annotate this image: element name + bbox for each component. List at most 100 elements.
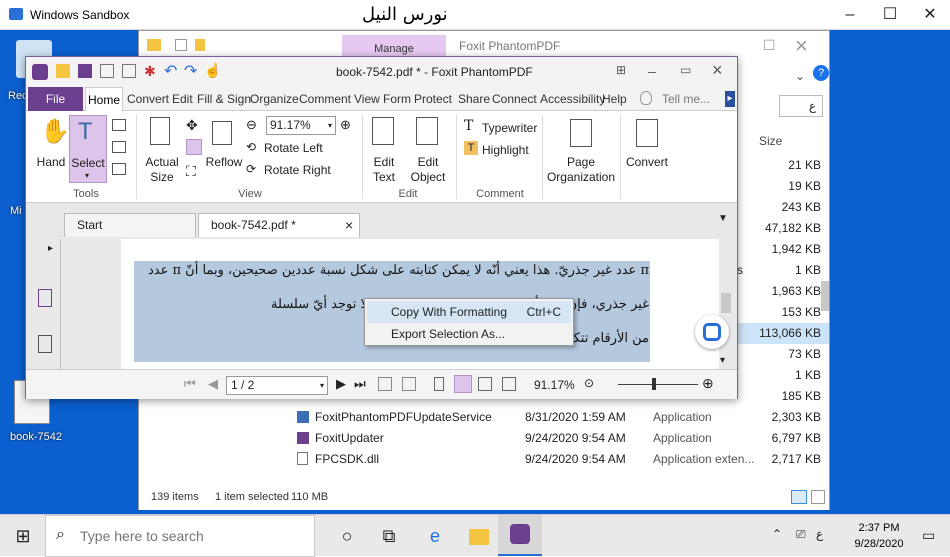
continuous-facing-icon[interactable]	[502, 377, 516, 391]
edit-text-button[interactable]: Edit Text	[366, 155, 402, 185]
start-button[interactable]: ⊞	[6, 521, 40, 551]
menu-item-export-selection[interactable]: Export Selection As...	[367, 323, 571, 345]
search-input[interactable]	[80, 528, 300, 544]
details-view-icon[interactable]	[791, 490, 807, 504]
tab-comment[interactable]: Comment	[299, 87, 351, 111]
ribbon-scroll-right-icon[interactable]: ▸	[725, 91, 735, 107]
layout-icon[interactable]: ⊞	[616, 63, 626, 77]
help-icon[interactable]: ?	[813, 65, 829, 81]
tab-list-icon[interactable]: ▼	[718, 213, 728, 224]
language-indicator[interactable]: ع	[816, 527, 823, 541]
notifications-icon[interactable]: ▭	[922, 527, 935, 544]
edge-icon[interactable]: e	[418, 521, 452, 551]
close-tab-icon[interactable]: ×	[345, 214, 353, 236]
taskbar-clock[interactable]: 2:37 PM 9/28/2020	[848, 520, 910, 552]
fit-visible-icon[interactable]: ⛶	[186, 163, 196, 180]
file-row[interactable]: FoxitPhantomPDFUpdateService 8/31/2020 1…	[297, 407, 829, 428]
hand-tool-icon[interactable]: ☝	[204, 62, 221, 79]
tab-document[interactable]: book-7542.pdf * ×	[198, 213, 360, 237]
panel-expand-icon[interactable]: ▸	[48, 243, 53, 254]
expand-ribbon-icon[interactable]: ⌄	[795, 69, 805, 83]
document-scrollbar[interactable]	[721, 293, 731, 313]
network-icon[interactable]: ⎚	[796, 527, 806, 542]
taskbar-search[interactable]: ⌕	[45, 515, 315, 557]
rotate-right-button[interactable]: Rotate Right	[264, 163, 331, 178]
tab-convert[interactable]: Convert	[127, 87, 169, 111]
edit-object-button[interactable]: Edit Object	[406, 155, 450, 185]
link-icon[interactable]	[112, 163, 126, 175]
foxit-taskbar-button[interactable]	[498, 515, 542, 556]
rotate-left-button[interactable]: Rotate Left	[264, 141, 323, 156]
minimize-button[interactable]: –	[830, 4, 870, 26]
bookmark-panel-icon[interactable]	[38, 289, 52, 307]
tab-accessibility[interactable]: Accessibility	[540, 87, 605, 111]
print-icon[interactable]	[100, 64, 114, 78]
explorer-scrollbar[interactable]	[821, 281, 829, 311]
maximize-button[interactable]: ☐	[870, 4, 910, 26]
foxit-close-button[interactable]: ×	[712, 60, 723, 81]
tab-help[interactable]: Help	[602, 87, 627, 111]
next-view-icon[interactable]	[402, 377, 416, 391]
properties-icon[interactable]	[175, 39, 187, 51]
tab-protect[interactable]: Protect	[414, 87, 452, 111]
redo-icon[interactable]: ↷	[184, 61, 197, 81]
clipboard-icon[interactable]	[112, 141, 126, 153]
single-page-icon[interactable]	[434, 377, 444, 391]
page-organization-button[interactable]: Page Organization	[546, 155, 616, 185]
last-page-icon[interactable]: ⏭	[354, 376, 366, 392]
typewriter-button[interactable]: Typewriter	[482, 121, 537, 136]
zoom-dropdown-icon[interactable]: ⊙	[584, 376, 594, 390]
zoom-in-icon[interactable]: ⊕	[702, 375, 714, 392]
file-row[interactable]: FPCSDK.dll 9/24/2020 9:54 AM Application…	[297, 449, 829, 470]
assistant-button[interactable]	[695, 315, 729, 349]
foxit-restore-button[interactable]: ▭	[680, 63, 691, 77]
tab-fill-sign[interactable]: Fill & Sign	[197, 87, 251, 111]
zoom-select[interactable]: 91.17% ▾	[266, 116, 336, 135]
tab-form[interactable]: Form	[383, 87, 411, 111]
explorer-search-input[interactable]: ع	[779, 95, 823, 117]
save-icon[interactable]	[78, 64, 92, 78]
zoom-level-text[interactable]: 91.17%	[534, 378, 575, 392]
tray-chevron-icon[interactable]: ⌃	[772, 527, 782, 541]
foxit-minimize-button[interactable]: –	[648, 63, 656, 79]
page-text-line[interactable]: π عدد غير جذريّ. هذا يعني أنّه لا يمكن ك…	[148, 263, 649, 278]
task-view-icon[interactable]: ⧉	[372, 521, 406, 551]
next-page-icon[interactable]: ▶	[336, 376, 346, 392]
page-number-input[interactable]: 1 / 2 ▾	[226, 376, 328, 395]
sparkle-icon[interactable]: ✱	[144, 63, 156, 80]
select-button[interactable]: T Select ▾	[69, 115, 107, 183]
tab-connect[interactable]: Connect	[492, 87, 537, 111]
reflow-button[interactable]: Reflow	[204, 155, 244, 170]
hand-button[interactable]: Hand	[34, 155, 68, 170]
fit-width-icon[interactable]	[186, 139, 202, 155]
continuous-page-icon[interactable]	[454, 375, 472, 393]
new-folder-icon[interactable]	[195, 39, 205, 51]
tab-home[interactable]: Home	[85, 87, 123, 111]
previous-view-icon[interactable]	[378, 377, 392, 391]
cortana-icon[interactable]: ○	[330, 521, 364, 551]
tab-organize[interactable]: Organize	[250, 87, 299, 111]
pages-panel-icon[interactable]	[38, 335, 52, 353]
convert-button[interactable]: Convert	[624, 155, 670, 170]
tab-view[interactable]: View	[354, 87, 380, 111]
tab-file[interactable]: File	[28, 87, 83, 111]
facing-page-icon[interactable]	[478, 377, 492, 391]
actual-size-button[interactable]: Actual Size	[140, 155, 184, 185]
highlight-button[interactable]: Highlight	[482, 143, 529, 158]
tell-me-input[interactable]: Tell me...	[662, 87, 710, 111]
new-file-icon[interactable]	[122, 64, 136, 78]
open-icon[interactable]	[56, 64, 70, 78]
scroll-down-icon[interactable]: ▾	[720, 355, 725, 366]
menu-item-copy-with-formatting[interactable]: Copy With Formatting Ctrl+C	[367, 301, 571, 323]
zoom-slider-thumb[interactable]	[652, 378, 656, 390]
first-page-icon[interactable]: ⏮	[184, 376, 196, 392]
explorer-maximize-button[interactable]: ☐	[763, 37, 776, 54]
tab-edit[interactable]: Edit	[172, 87, 193, 111]
file-row[interactable]: FoxitUpdater 9/24/2020 9:54 AM Applicati…	[297, 428, 829, 449]
zoom-in-icon[interactable]: ⊕	[340, 117, 351, 133]
explorer-close-button[interactable]: ×	[795, 33, 808, 59]
size-column-header[interactable]: Size	[759, 134, 782, 148]
large-icons-view-icon[interactable]	[811, 490, 825, 504]
tab-start[interactable]: Start	[64, 213, 196, 237]
snapshot-icon[interactable]	[112, 119, 126, 131]
